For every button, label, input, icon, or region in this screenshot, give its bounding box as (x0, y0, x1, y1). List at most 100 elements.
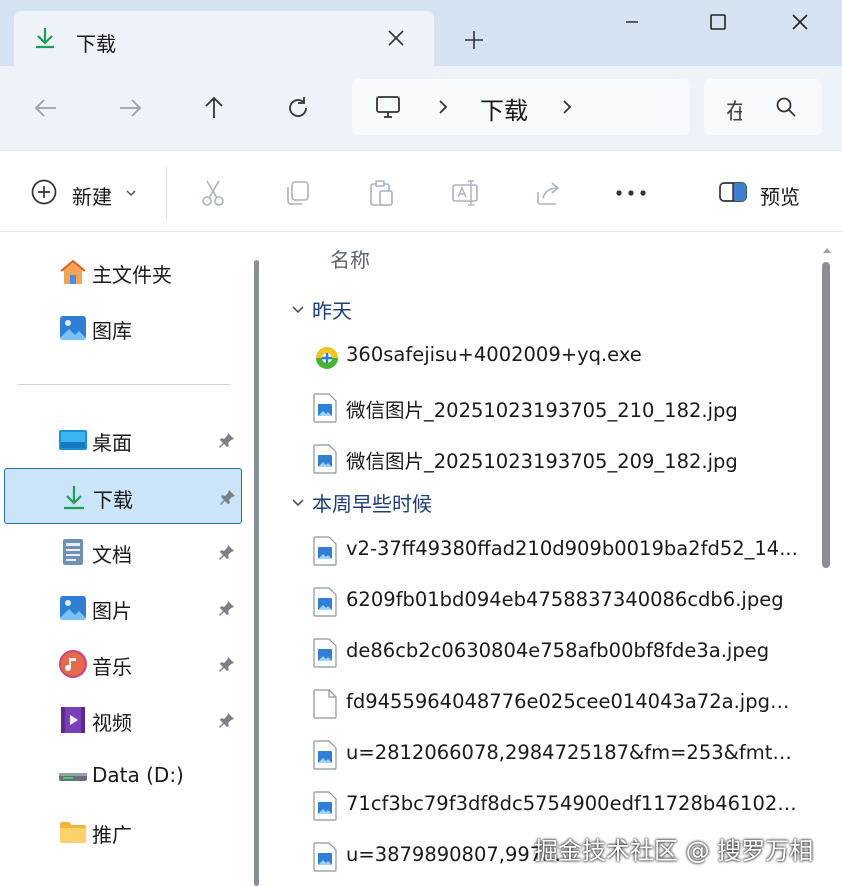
chevron-down-icon[interactable] (290, 497, 306, 509)
file-name: v2-37ff49380ffad210d909b0019ba2fd52_14..… (346, 537, 798, 560)
image-file-icon (312, 393, 338, 423)
pin-icon[interactable] (218, 599, 236, 617)
sidebar-item-pictures[interactable]: 图片 (4, 582, 242, 634)
sidebar-item-videos[interactable]: 视频 (4, 694, 242, 746)
search-placeholder: 在 (726, 100, 742, 125)
chevron-right-icon[interactable] (560, 97, 574, 117)
file-name: de86cb2c0630804e758afb00bf8fde3a.jpeg (346, 639, 770, 662)
installer-exe-icon (312, 342, 338, 372)
preview-label: 预览 (760, 185, 800, 209)
minimize-button[interactable] (620, 10, 644, 34)
file-row[interactable]: u=2812066078,2984725187&fm=253&fmt=... (310, 730, 810, 778)
share-icon[interactable] (534, 178, 564, 208)
file-row[interactable]: 71cf3bc79f3df8dc5754900edf11728b461028..… (310, 781, 810, 829)
pin-icon[interactable] (218, 431, 236, 449)
sidebar-item-gallery[interactable]: 图库 (4, 302, 242, 354)
file-name: 360safejisu+4002009+yq.exe (346, 343, 642, 366)
music-icon (58, 650, 88, 678)
refresh-button[interactable] (284, 94, 312, 122)
file-row[interactable]: v2-37ff49380ffad210d909b0019ba2fd52_14..… (310, 526, 810, 574)
image-file-icon (312, 740, 338, 770)
folder-icon (58, 818, 88, 846)
sidebar-item-promo-folder[interactable]: 推广 (4, 806, 242, 858)
sidebar-item-label: 下载 (93, 488, 133, 512)
more-options-icon[interactable] (614, 183, 648, 203)
download-icon (34, 26, 56, 50)
file-name: 71cf3bc79f3df8dc5754900edf11728b461028..… (346, 792, 802, 815)
sidebar-item-label: 音乐 (92, 655, 132, 679)
copy-icon[interactable] (282, 178, 312, 208)
image-file-icon (312, 791, 338, 821)
image-file-icon (312, 536, 338, 566)
sidebar-item-downloads[interactable]: 下载 (4, 468, 242, 524)
navigation-bar: 下载 在 (0, 66, 842, 150)
title-bar: 下载 (0, 0, 842, 66)
close-tab-icon[interactable] (384, 26, 408, 50)
sidebar-item-music[interactable]: 音乐 (4, 638, 242, 690)
address-bar[interactable]: 下载 (352, 79, 690, 135)
group-label: 本周早些时候 (312, 492, 432, 516)
image-file-icon (312, 842, 338, 872)
file-name: fd9455964048776e025cee014043a72a.jpg@... (346, 690, 802, 713)
scroll-up-arrow-icon[interactable] (822, 246, 832, 254)
group-label: 昨天 (312, 299, 352, 323)
close-window-button[interactable] (788, 10, 812, 34)
add-circle-icon (30, 178, 58, 206)
desktop-icon (58, 426, 88, 454)
sidebar-item-data-drive[interactable]: Data (D:) (4, 750, 242, 802)
pictures-icon (58, 594, 88, 622)
image-file-icon (312, 638, 338, 668)
pin-icon[interactable] (218, 543, 236, 561)
sidebar-item-label: 推广 (92, 823, 132, 847)
sidebar-item-documents[interactable]: 文档 (4, 526, 242, 578)
cut-icon[interactable] (198, 178, 228, 208)
maximize-button[interactable] (706, 10, 730, 34)
tab-downloads[interactable]: 下载 (14, 11, 434, 66)
drive-icon (58, 762, 88, 790)
file-list-scrollbar[interactable] (822, 262, 830, 568)
command-bar: 新建 预览 (0, 150, 842, 232)
file-row[interactable]: 6209fb01bd094eb4758837340086cdb6.jpeg (310, 577, 810, 625)
file-row[interactable]: de86cb2c0630804e758afb00bf8fde3a.jpeg (310, 628, 810, 676)
sidebar-item-desktop[interactable]: 桌面 (4, 414, 242, 466)
rename-icon[interactable] (450, 178, 480, 208)
file-row[interactable]: fd9455964048776e025cee014043a72a.jpg@... (310, 679, 810, 727)
breadcrumb-downloads[interactable]: 下载 (480, 91, 528, 126)
pin-icon[interactable] (218, 655, 236, 673)
sidebar-item-label: 图片 (92, 599, 132, 623)
sidebar-item-label: Data (D:) (92, 763, 184, 787)
toolbar-divider (166, 167, 167, 219)
pin-icon[interactable] (218, 711, 236, 729)
home-icon (58, 258, 88, 286)
new-button[interactable]: 新建 (28, 176, 146, 210)
file-row[interactable]: 微信图片_20251023193705_210_182.jpg (310, 383, 810, 431)
file-name: 微信图片_20251023193705_209_182.jpg (346, 450, 738, 473)
sidebar-item-label: 桌面 (92, 431, 132, 455)
tab-title: 下载 (76, 32, 116, 56)
chevron-down-icon (125, 188, 137, 198)
download-icon (59, 483, 89, 511)
chevron-right-icon[interactable] (436, 97, 450, 117)
sidebar-scrollbar[interactable] (254, 260, 259, 886)
back-button[interactable] (32, 94, 60, 122)
file-list: 名称 昨天 360safejisu+4002009+yq.exe 微信图片_20… (272, 232, 842, 886)
forward-button[interactable] (116, 94, 144, 122)
search-box[interactable]: 在 (704, 79, 822, 135)
preview-pane-button[interactable]: 预览 (716, 176, 816, 210)
sidebar-item-label: 文档 (92, 543, 132, 567)
watermark: 掘金技术社区 @ 搜罗万相 (534, 837, 814, 865)
file-row[interactable]: 微信图片_20251023193705_209_182.jpg (310, 434, 810, 482)
sidebar-item-home[interactable]: 主文件夹 (4, 246, 242, 298)
sidebar-item-label: 图库 (92, 319, 132, 343)
preview-pane-icon (718, 181, 748, 203)
this-pc-icon[interactable] (374, 93, 402, 121)
new-tab-button[interactable] (462, 28, 486, 52)
column-header-name[interactable]: 名称 (330, 244, 370, 273)
chevron-down-icon[interactable] (290, 304, 306, 316)
documents-icon (58, 538, 88, 566)
up-button[interactable] (200, 94, 228, 122)
file-row[interactable]: 360safejisu+4002009+yq.exe (310, 332, 810, 380)
paste-icon[interactable] (366, 178, 396, 208)
pin-icon[interactable] (219, 488, 237, 506)
file-name: 6209fb01bd094eb4758837340086cdb6.jpeg (346, 588, 784, 611)
